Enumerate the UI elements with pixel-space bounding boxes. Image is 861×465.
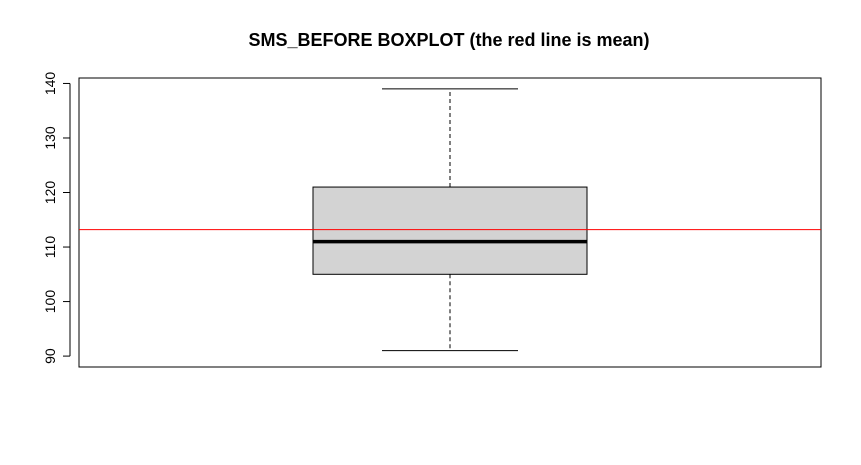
y-tick-label: 90 (42, 348, 58, 364)
y-tick-label: 110 (42, 236, 58, 259)
y-tick-label: 120 (42, 181, 58, 205)
chart-title: SMS_BEFORE BOXPLOT (the red line is mean… (248, 30, 649, 50)
y-tick-label: 130 (42, 126, 58, 150)
y-tick-label: 140 (42, 72, 58, 96)
iqr-box (312, 186, 588, 275)
boxplot (312, 88, 588, 352)
y-tick-label: 100 (42, 290, 58, 314)
y-axis-ticks: 90 100 110 120 130 140 (42, 72, 70, 364)
boxplot-chart: SMS_BEFORE BOXPLOT (the red line is mean… (42, 30, 822, 368)
